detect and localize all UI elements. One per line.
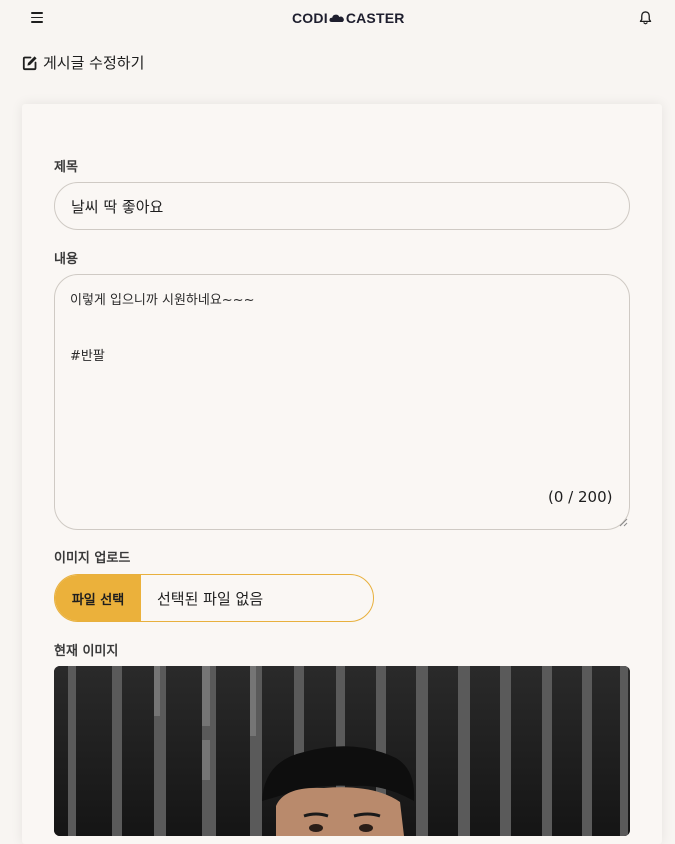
- current-image-label: 현재 이미지: [54, 644, 119, 659]
- hamburger-menu-icon[interactable]: [31, 12, 43, 23]
- top-navbar: CODI CASTER: [0, 0, 675, 36]
- edit-icon: [22, 55, 37, 70]
- logo-text-right: CASTER: [345, 10, 405, 26]
- logo-text-left: CODI: [292, 10, 328, 26]
- content-text-line: 이렇게 입으니까 시원하네요~~~: [70, 293, 255, 308]
- content-hashtag-line: #반팔: [70, 349, 105, 364]
- title-label: 제목: [54, 160, 78, 175]
- resize-grip-icon[interactable]: [619, 518, 628, 527]
- character-counter: (0 / 200): [548, 488, 613, 506]
- page-title-text: 게시글 수정하기: [43, 54, 145, 72]
- app-logo[interactable]: CODI CASTER: [292, 10, 405, 26]
- choose-file-button[interactable]: 파일 선택: [55, 575, 141, 621]
- content-label: 내용: [54, 252, 78, 267]
- file-status-text: 선택된 파일 없음: [157, 589, 264, 608]
- cloud-icon: [329, 14, 344, 22]
- file-upload-field[interactable]: 파일 선택 선택된 파일 없음: [54, 574, 374, 622]
- title-input[interactable]: [54, 182, 630, 230]
- image-upload-label: 이미지 업로드: [54, 551, 131, 566]
- page-title: 게시글 수정하기: [22, 52, 144, 73]
- current-post-image: [54, 666, 630, 836]
- content-textarea[interactable]: [54, 274, 630, 530]
- bell-icon[interactable]: [638, 10, 653, 26]
- photo-person-image: [54, 666, 630, 836]
